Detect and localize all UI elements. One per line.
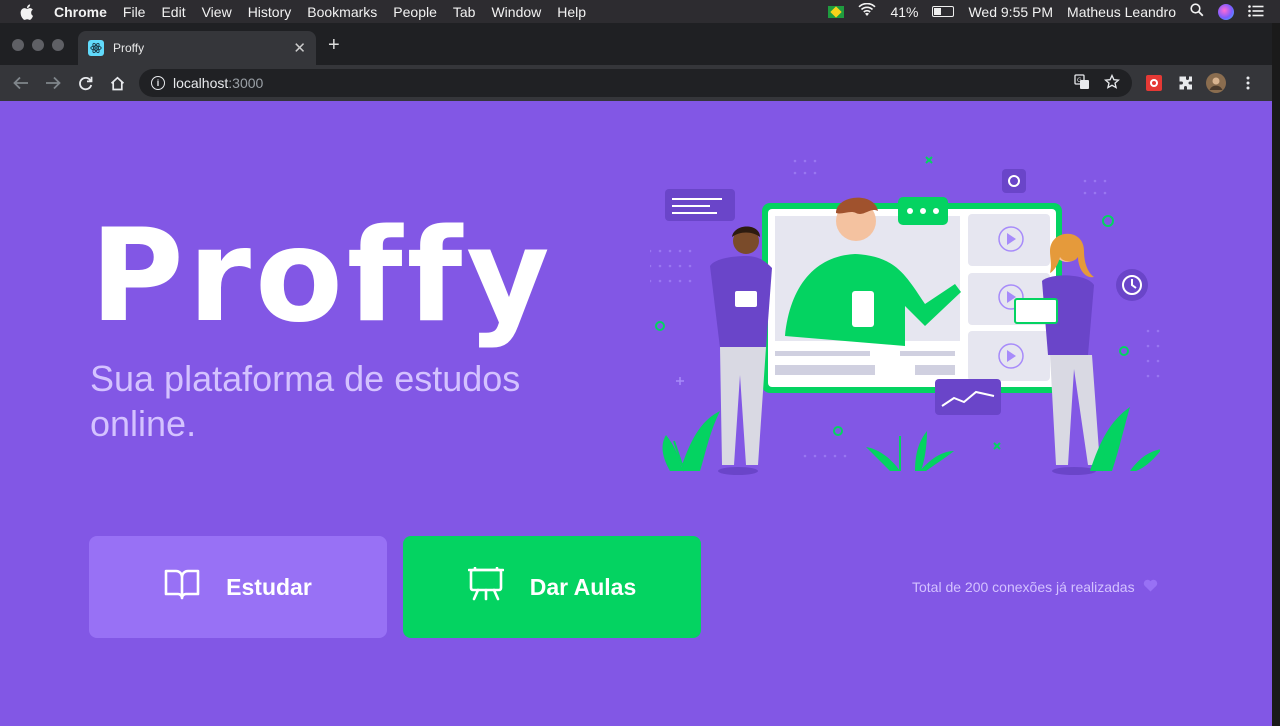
menu-app-name[interactable]: Chrome [54, 4, 107, 20]
translate-icon[interactable]: G [1074, 73, 1090, 93]
close-tab-icon[interactable]: ✕ [293, 39, 306, 57]
battery-percentage[interactable]: 41% [890, 4, 918, 20]
menu-people[interactable]: People [393, 4, 437, 20]
new-tab-icon[interactable]: + [328, 34, 340, 57]
extensions-puzzle-icon[interactable] [1176, 73, 1196, 93]
proffy-logo: Proffy [90, 202, 554, 351]
menu-tab[interactable]: Tab [453, 4, 476, 20]
study-button-label: Estudar [226, 573, 312, 600]
menu-window[interactable]: Window [491, 4, 541, 20]
purple-heart-icon [1143, 579, 1158, 595]
tab-title: Proffy [113, 41, 145, 55]
menu-bookmarks[interactable]: Bookmarks [307, 4, 377, 20]
apple-icon[interactable] [20, 3, 34, 20]
study-button[interactable]: Estudar [89, 536, 387, 638]
teach-button-label: Dar Aulas [529, 573, 637, 600]
menu-datetime[interactable]: Wed 9:55 PM [968, 4, 1053, 20]
total-connections-text: Total de 200 conexões já realizadas [912, 579, 1135, 595]
menu-help[interactable]: Help [557, 4, 586, 20]
browser-tab-strip: Proffy ✕ + [0, 23, 1272, 65]
landing-page: Proffy Sua plataforma de estudos online. [0, 101, 1272, 726]
presentation-board-icon [467, 566, 505, 607]
teach-button[interactable]: Dar Aulas [403, 536, 701, 638]
menu-file[interactable]: File [123, 4, 146, 20]
svg-text:G: G [1077, 77, 1082, 84]
menu-edit[interactable]: Edit [161, 4, 185, 20]
extension-red-icon[interactable] [1144, 73, 1164, 93]
minimize-window-button[interactable] [32, 39, 44, 51]
zoom-window-button[interactable] [52, 39, 64, 51]
macos-menu-bar: Chrome File Edit View History Bookmarks … [0, 0, 1280, 23]
menu-history[interactable]: History [248, 4, 292, 20]
input-source-flag-icon[interactable] [828, 5, 845, 18]
reload-icon[interactable] [69, 67, 101, 99]
site-info-icon[interactable]: i [151, 76, 165, 90]
profile-avatar[interactable] [1206, 73, 1226, 93]
chrome-menu-icon[interactable] [1238, 73, 1258, 93]
book-open-icon [164, 568, 200, 606]
back-arrow-icon[interactable] [5, 67, 37, 99]
wifi-icon[interactable] [858, 2, 876, 20]
browser-toolbar: i localhost:3000 G [0, 65, 1272, 101]
react-favicon-icon [88, 40, 104, 56]
url-port: :3000 [228, 75, 264, 91]
menu-view[interactable]: View [202, 4, 232, 20]
battery-icon[interactable] [932, 6, 955, 17]
window-controls [12, 39, 64, 51]
total-connections: Total de 200 conexões já realizadas [912, 579, 1158, 595]
notification-center-icon[interactable] [1248, 4, 1264, 20]
browser-tab[interactable]: Proffy ✕ [78, 31, 316, 65]
landing-illustration [650, 156, 1160, 475]
home-icon[interactable] [101, 67, 133, 99]
close-window-button[interactable] [12, 39, 24, 51]
window-edge [1272, 23, 1280, 726]
landing-tagline: Sua plataforma de estudos online. [90, 358, 521, 444]
spotlight-search-icon[interactable] [1190, 3, 1204, 20]
forward-arrow-icon[interactable] [37, 67, 69, 99]
menu-user[interactable]: Matheus Leandro [1067, 4, 1176, 20]
address-bar[interactable]: i localhost:3000 G [139, 69, 1132, 97]
bookmark-star-icon[interactable] [1103, 73, 1121, 93]
siri-icon[interactable] [1218, 3, 1234, 20]
url-host: localhost [173, 75, 229, 91]
